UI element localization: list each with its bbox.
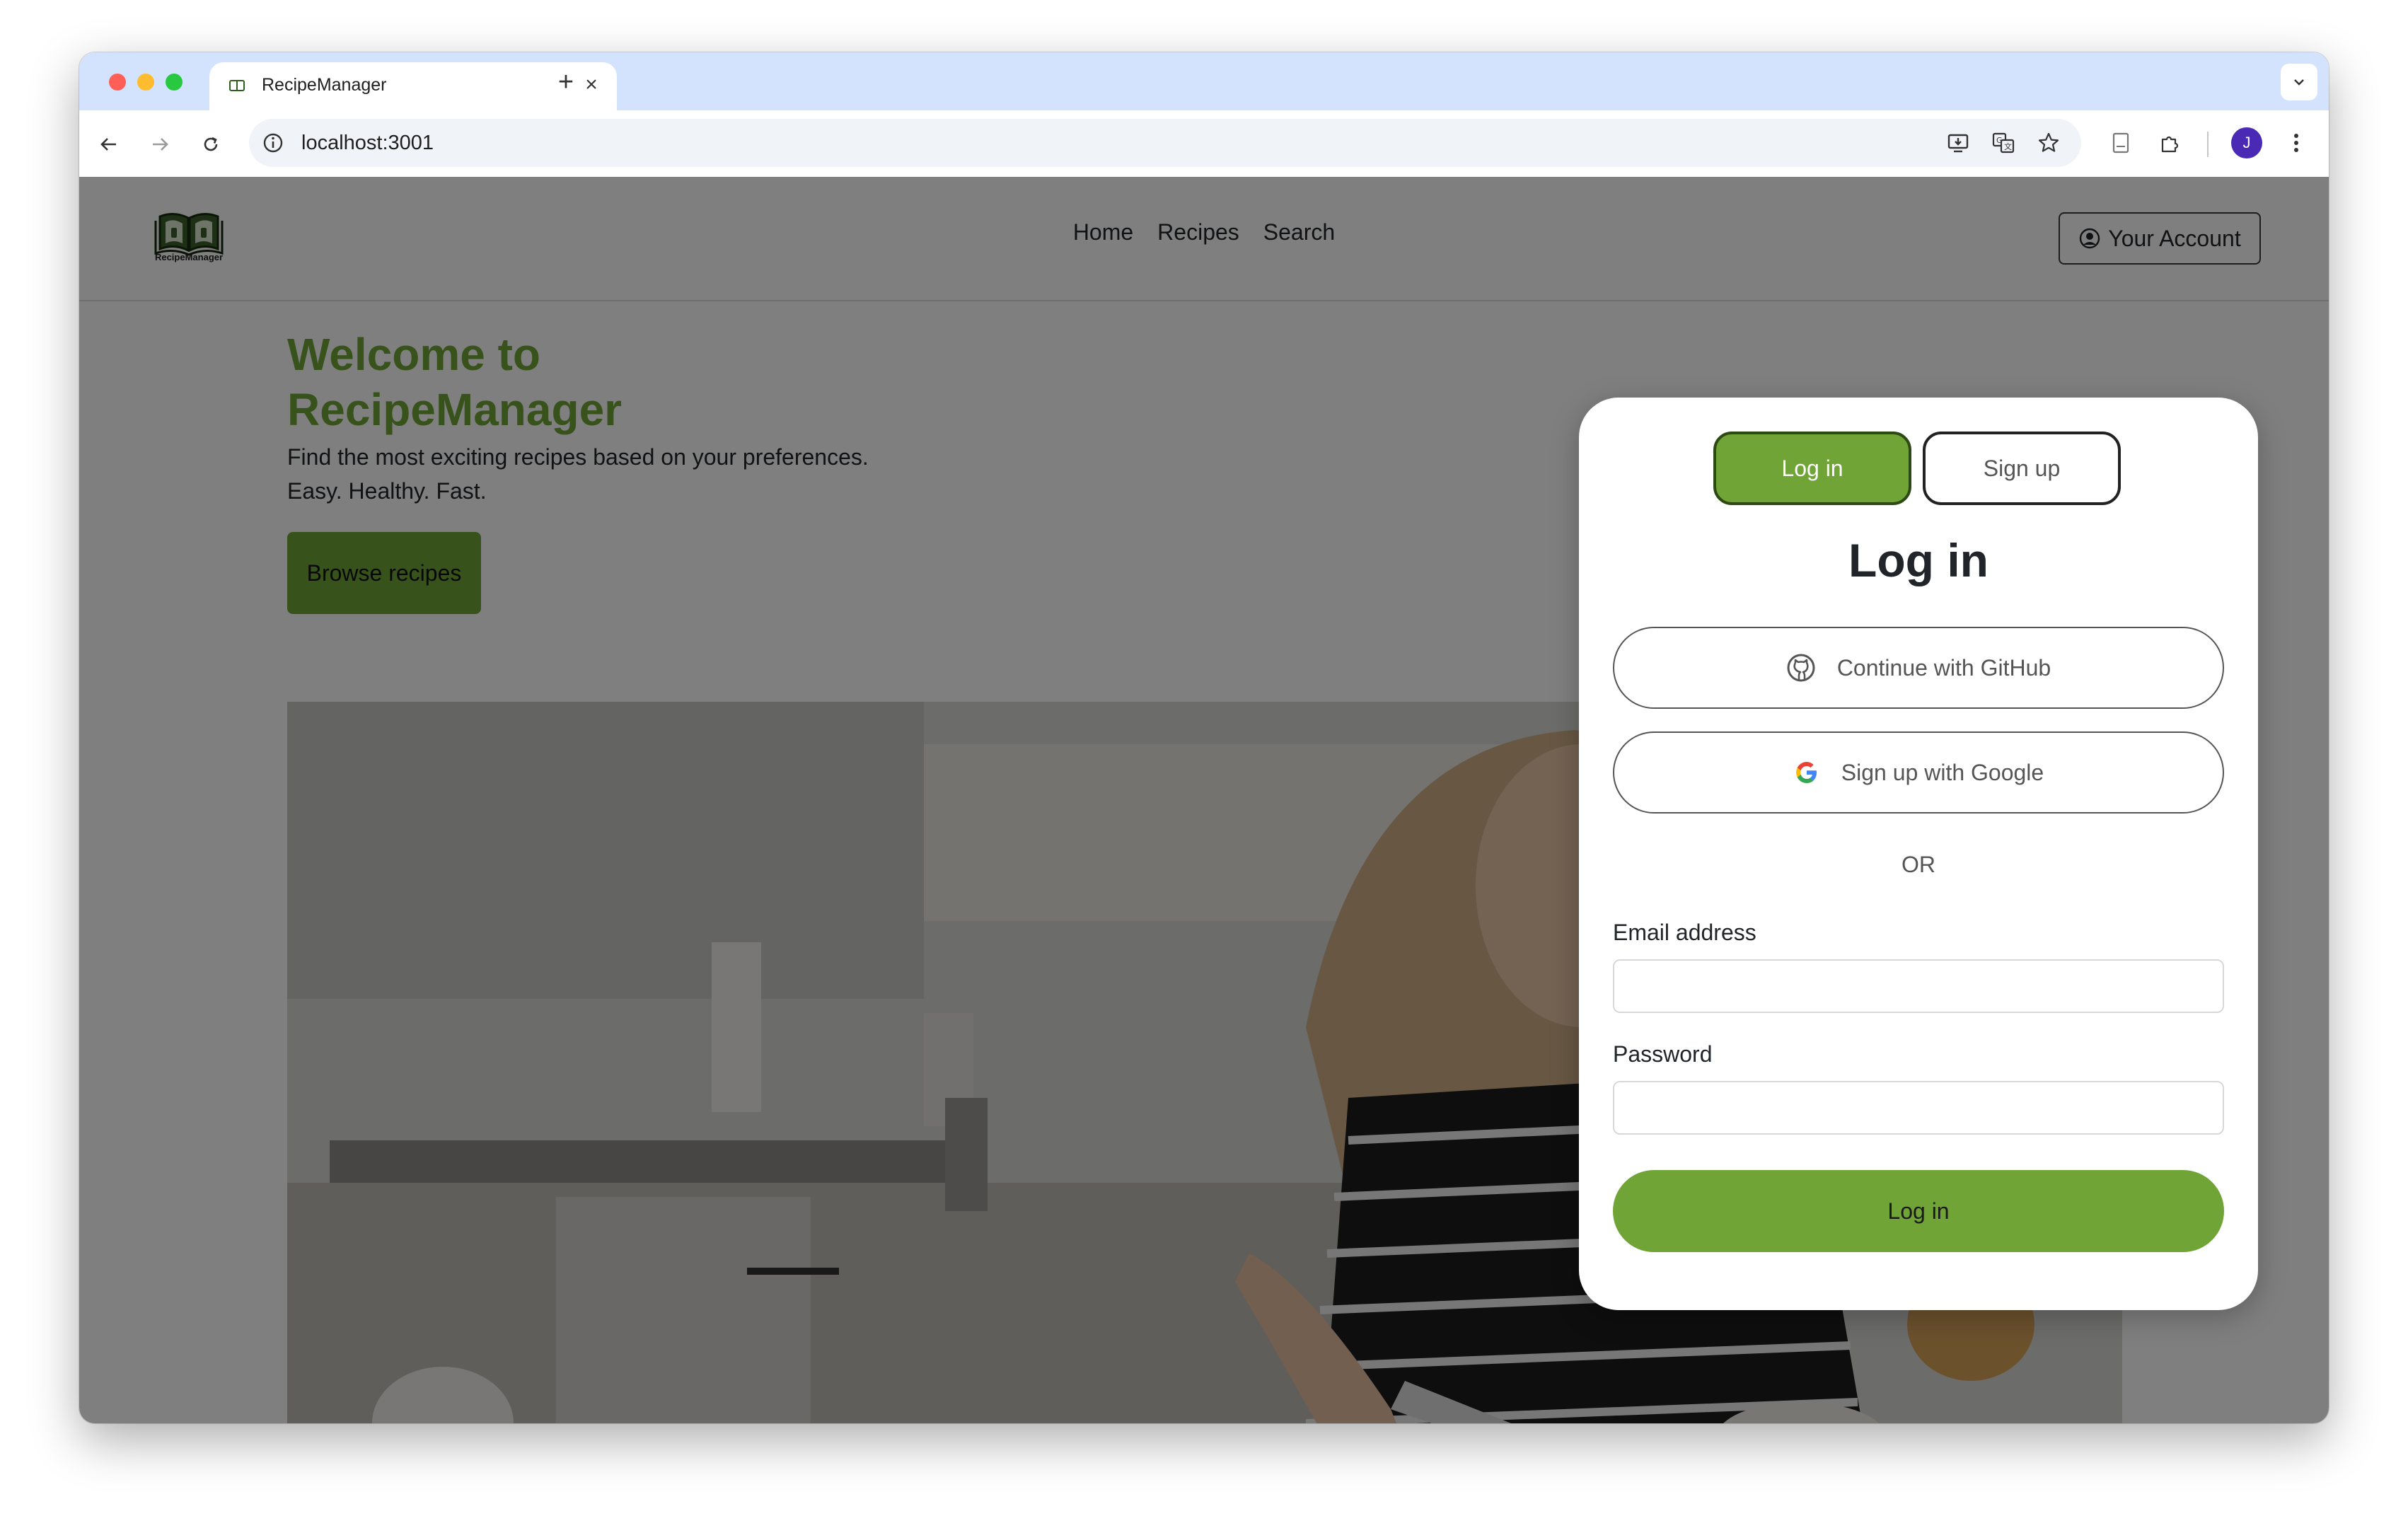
reading-list-icon[interactable] (2104, 126, 2138, 160)
email-field[interactable] (1613, 959, 2224, 1013)
reload-icon (204, 137, 218, 151)
page-viewport: RecipeManager Home Recipes Search Your A… (79, 177, 2329, 1423)
translate-icon[interactable]: G 文 (1991, 130, 2016, 156)
more-menu-icon[interactable] (2279, 126, 2313, 160)
reload-button[interactable] (192, 126, 229, 163)
github-icon (1787, 654, 1815, 682)
google-icon (1795, 762, 1817, 783)
svg-text:G: G (1996, 136, 2003, 145)
close-window-button[interactable] (109, 74, 126, 91)
maximize-window-button[interactable] (166, 74, 183, 91)
browser-toolbar: localhost:3001 G 文 J (79, 110, 2329, 178)
tab-title: RecipeManager (262, 75, 387, 95)
extensions-puzzle-icon[interactable] (2153, 126, 2187, 160)
arrow-right-icon (153, 138, 168, 151)
password-field[interactable] (1613, 1081, 2224, 1135)
back-button[interactable] (91, 126, 127, 163)
google-button-label: Sign up with Google (1841, 759, 2044, 785)
url-text: localhost:3001 (301, 132, 434, 154)
toolbar-divider (2207, 132, 2209, 157)
github-button-label: Continue with GitHub (1836, 654, 2051, 681)
email-label: Email address (1613, 920, 1756, 945)
minimize-window-button[interactable] (137, 74, 154, 91)
arrow-left-icon (100, 138, 116, 151)
book-favicon-icon (229, 80, 245, 91)
install-app-icon[interactable] (1945, 130, 1971, 156)
browser-window: RecipeManager × + localhost:3001 G 文 J L… (79, 52, 2329, 1423)
address-bar[interactable]: localhost:3001 G 文 (249, 119, 2081, 167)
info-icon[interactable] (262, 132, 284, 154)
chevron-down-icon (2294, 79, 2304, 86)
new-tab-button[interactable]: + (550, 66, 581, 98)
or-divider: OR (1901, 852, 1935, 877)
tab-search-button[interactable] (2281, 64, 2317, 100)
login-submit-button[interactable]: Log in (1613, 1170, 2224, 1252)
bookmark-star-icon[interactable] (2036, 130, 2061, 156)
sign-up-with-google-button[interactable]: Sign up with Google (1613, 731, 2224, 814)
tab-strip: RecipeManager × + (79, 52, 2329, 110)
modal-heading: Log in (1848, 534, 1989, 586)
login-tab-button[interactable]: Log in (1713, 432, 1911, 505)
auth-modal: Log in Sign up Log in Continue with GitH… (1579, 398, 2258, 1310)
password-label: Password (1613, 1041, 1713, 1067)
svg-text:文: 文 (2004, 141, 2012, 151)
continue-with-github-button[interactable]: Continue with GitHub (1613, 627, 2224, 709)
profile-avatar[interactable]: J (2231, 127, 2262, 158)
forward-button[interactable] (141, 126, 178, 163)
signup-tab-button[interactable]: Sign up (1923, 432, 2121, 505)
close-tab-icon[interactable]: × (577, 71, 606, 99)
